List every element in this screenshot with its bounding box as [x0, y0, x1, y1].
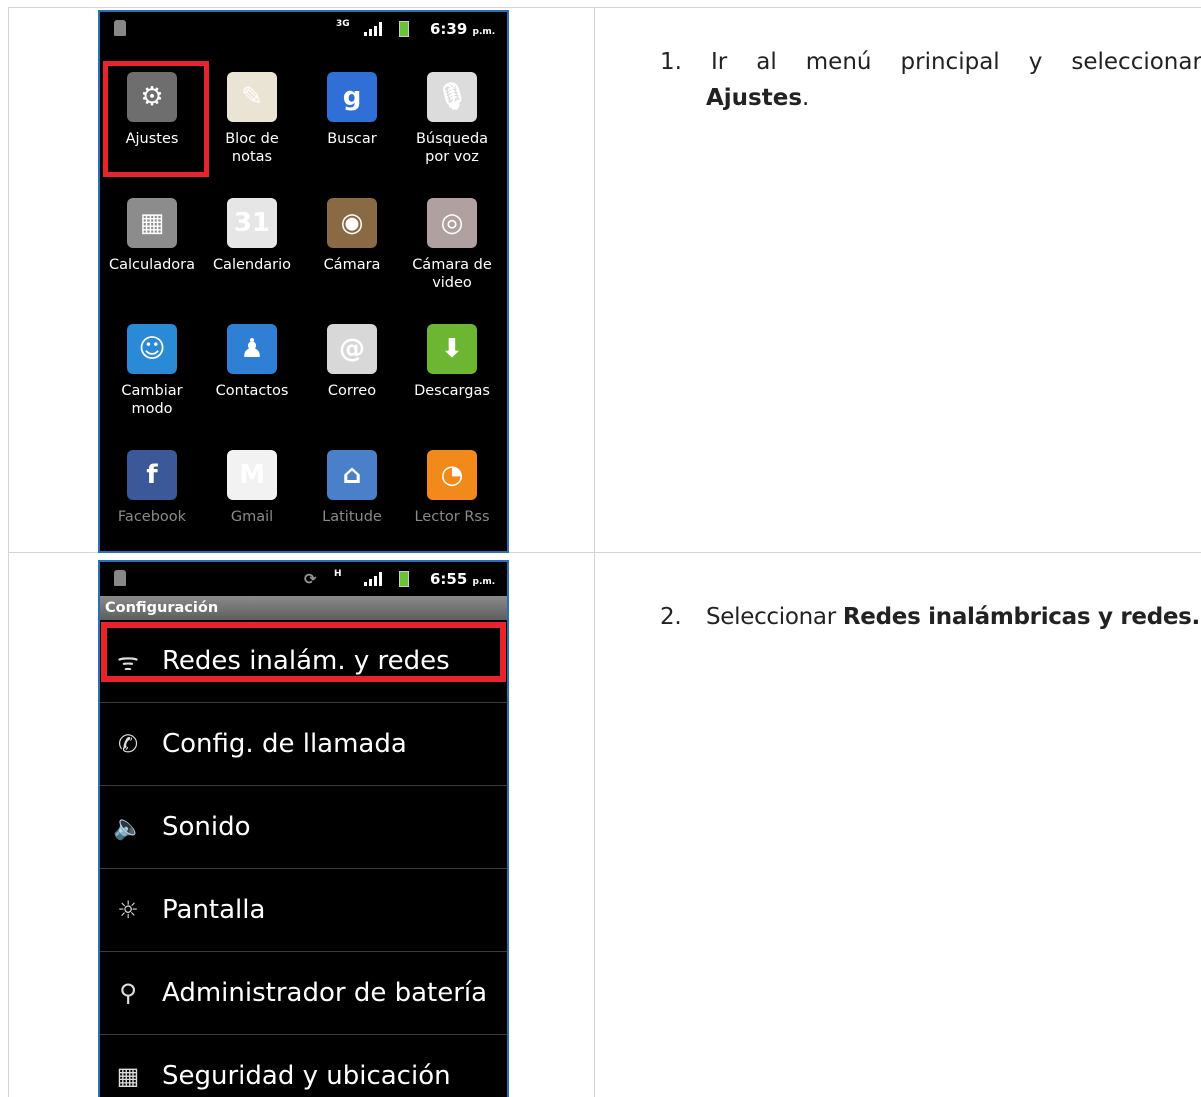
settings-item[interactable]: 🔈 Sonido	[100, 786, 507, 869]
sync-icon: ⟳	[304, 570, 317, 588]
step-1-number: 1.	[660, 49, 682, 75]
app-label: Correo	[327, 383, 377, 399]
facebook-icon: f	[127, 450, 177, 500]
app-microphone[interactable]: 🎙 Búsqueda por voz	[402, 60, 502, 186]
google-search-icon: g	[327, 72, 377, 122]
android-notification-icon	[114, 570, 126, 586]
phone-handset-icon: ✆	[117, 730, 139, 758]
app-label: Facebook	[117, 509, 187, 525]
step-2-text: 2. Seleccionar Redes inalámbricas y redes…	[660, 599, 1200, 635]
step-1-text: 1. Ir al menú principal y seleccionar Aj…	[660, 44, 1201, 116]
app-mode-switch[interactable]: ☺ Cambiar modo	[102, 312, 202, 438]
step-1-word: al	[756, 49, 777, 75]
settings-item[interactable]: ✆ Config. de llamada	[100, 703, 507, 786]
security-grid-icon: ▦	[116, 1062, 140, 1090]
app-label: Cambiar modo	[121, 383, 183, 417]
settings-item-label: Seguridad y ubicación	[162, 1061, 451, 1091]
status-clock: 6:39 p.m.	[430, 20, 496, 38]
app-google-search[interactable]: g Buscar	[302, 60, 402, 186]
highlight-box-ajustes	[103, 61, 209, 177]
notepad-icon: ✎	[227, 72, 277, 122]
step-2-plain: Seleccionar	[706, 604, 843, 630]
rss-icon: ◔	[427, 450, 477, 500]
settings-item-label: Config. de llamada	[162, 729, 407, 759]
app-notepad[interactable]: ✎ Bloc de notas	[202, 60, 302, 186]
signal-bars-icon	[364, 572, 382, 586]
calculator-icon: ▦	[127, 198, 177, 248]
app-label: Calendario	[212, 257, 292, 273]
app-label: Buscar	[327, 131, 377, 147]
brightness-icon: ☼	[117, 896, 139, 924]
table-column-divider	[594, 7, 595, 1097]
settings-title: Configuración	[100, 596, 507, 620]
network-type-icon: 3G	[336, 19, 350, 29]
app-mail[interactable]: @ Correo	[302, 312, 402, 438]
download-icon: ⬇	[427, 324, 477, 374]
app-label: Búsqueda por voz	[415, 131, 489, 165]
step-1-word: principal	[900, 49, 1000, 75]
app-contacts[interactable]: ♟ Contactos	[202, 312, 302, 438]
table-border-top	[8, 7, 1201, 8]
table-border-left	[8, 7, 9, 1097]
step-1-word: menú	[805, 49, 872, 75]
latitude-icon: ⌂	[327, 450, 377, 500]
app-calculator[interactable]: ▦ Calculadora	[102, 186, 202, 312]
gmail-icon: M	[227, 450, 277, 500]
app-label: Cámara	[323, 257, 381, 273]
app-label: Gmail	[230, 509, 274, 525]
step-1-suffix: .	[802, 85, 810, 111]
phone-screenshot-app-drawer: 3G 6:39 p.m. ⚙ Ajustes ✎ Bloc de notas g Busc…	[98, 10, 509, 553]
battery-icon	[399, 571, 409, 587]
calendar-icon: 31	[227, 198, 277, 248]
battery-icon	[399, 21, 409, 37]
settings-item[interactable]: ▦ Seguridad y ubicación	[100, 1035, 507, 1097]
highlight-box-redes	[101, 622, 506, 682]
android-notification-icon	[114, 20, 126, 36]
video-camera-icon: ◎	[427, 198, 477, 248]
app-label: Calculadora	[108, 257, 196, 273]
step-1-bold: Ajustes	[706, 85, 803, 111]
mode-switch-icon: ☺	[127, 324, 177, 374]
app-calendar[interactable]: 31 Calendario	[202, 186, 302, 312]
app-rss[interactable]: ◔ Lector Rss	[402, 438, 502, 551]
step-2-number: 2.	[660, 604, 682, 630]
app-video-camera[interactable]: ◎ Cámara de video	[402, 186, 502, 312]
signal-bars-icon	[364, 22, 382, 36]
battery-manager-icon: ⚲	[119, 979, 137, 1007]
phone-screenshot-settings: ⟳ H 6:55 p.m. Configuración ᯤ Redes inalá…	[98, 560, 509, 1097]
microphone-icon: 🎙	[427, 72, 477, 122]
app-label: Contactos	[215, 383, 289, 399]
mail-icon: @	[327, 324, 377, 374]
settings-item-label: Sonido	[162, 812, 251, 842]
step-1-word: Ir	[710, 49, 728, 75]
app-facebook[interactable]: f Facebook	[102, 438, 202, 551]
app-camera[interactable]: ◉ Cámara	[302, 186, 402, 312]
app-label: Bloc de notas	[225, 131, 279, 165]
settings-item[interactable]: ☼ Pantalla	[100, 869, 507, 952]
speaker-icon: 🔈	[113, 813, 143, 841]
app-label: Descargas	[414, 383, 490, 399]
step-1-word: seleccionar	[1071, 49, 1201, 75]
app-gmail[interactable]: M Gmail	[202, 438, 302, 551]
app-latitude[interactable]: ⌂ Latitude	[302, 438, 402, 551]
app-label: Lector Rss	[414, 509, 490, 525]
status-bar: 3G 6:39 p.m.	[100, 12, 507, 46]
settings-menu: ᯤ Redes inalám. y redes ✆ Config. de llamad…	[100, 620, 507, 1097]
contacts-icon: ♟	[227, 324, 277, 374]
app-download[interactable]: ⬇ Descargas	[402, 312, 502, 438]
app-label: Latitude	[322, 509, 382, 525]
step-2-bold: Redes inalámbricas y redes.	[842, 604, 1200, 630]
app-label: Cámara de video	[412, 257, 492, 291]
status-clock: 6:55 p.m.	[430, 570, 496, 588]
network-type-icon: H	[334, 569, 342, 579]
status-bar: ⟳ H 6:55 p.m.	[100, 562, 507, 596]
step-1-word: y	[1028, 49, 1043, 75]
camera-icon: ◉	[327, 198, 377, 248]
settings-item[interactable]: ⚲ Administrador de batería	[100, 952, 507, 1035]
settings-item-label: Pantalla	[162, 895, 266, 925]
settings-item-label: Administrador de batería	[162, 978, 488, 1008]
